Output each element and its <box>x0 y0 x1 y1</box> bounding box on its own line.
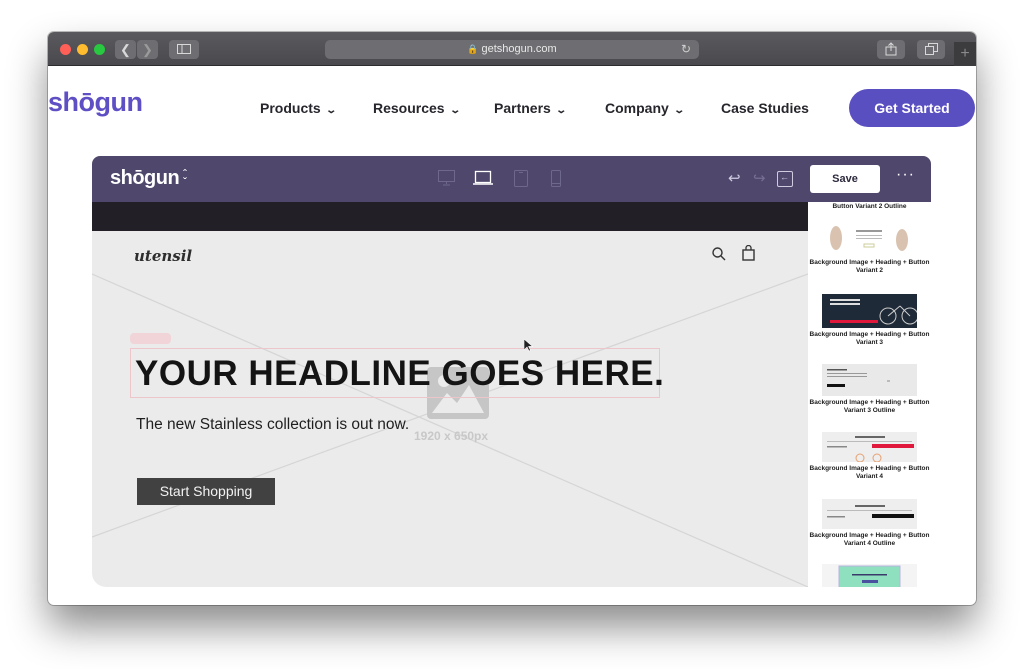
template-label: Background Image + Heading + Button Vari… <box>809 331 930 346</box>
nav-label: Case Studies <box>721 100 809 116</box>
template-item[interactable]: Background Image + Heading + Button Vari… <box>808 432 931 481</box>
browser-titlebar: ❮ ❯ 🔒 getshogun.com ↻ + <box>48 32 976 66</box>
desktop-icon[interactable] <box>438 170 455 186</box>
close-window-button[interactable] <box>60 44 71 55</box>
nav-label: Resources <box>373 100 445 116</box>
shogun-logo[interactable]: shōgun <box>48 87 143 118</box>
plus-icon: + <box>960 45 970 62</box>
get-started-button[interactable]: Get Started <box>849 89 975 127</box>
more-options-button[interactable]: ··· <box>896 166 915 184</box>
address-bar[interactable]: 🔒 getshogun.com ↻ <box>325 40 699 59</box>
tablet-icon[interactable] <box>514 170 528 187</box>
editor-demo: shōgun ˆˇ ↩ ↪ Save ··· utensil 1920 x 65… <box>92 156 931 587</box>
forward-button[interactable]: ❯ <box>137 40 158 59</box>
editor-logo: shōgun <box>110 167 180 189</box>
template-item[interactable]: Background Image + Heading + Button Vari… <box>808 294 931 347</box>
shopping-bag-icon[interactable] <box>742 245 755 261</box>
template-item[interactable]: Background Image + Heading + Button Vari… <box>808 364 931 415</box>
minimize-window-button[interactable] <box>77 44 88 55</box>
editor-canvas[interactable]: utensil 1920 x 650px YOUR HEADLINE GOES … <box>92 202 808 587</box>
start-shopping-button[interactable]: Start Shopping <box>137 478 275 505</box>
template-item[interactable]: Button Variant 2 Outline <box>808 202 931 211</box>
nav-item-case-studies[interactable]: Case Studies <box>721 100 809 116</box>
nav-label: Products <box>260 100 321 116</box>
nav-item-resources[interactable]: Resources ⌄ <box>373 100 461 116</box>
site-navigation: shōgun Products ⌄ Resources ⌄ Partners ⌄ Co… <box>48 67 976 152</box>
template-label: Background Image + Heading + Button Vari… <box>809 399 930 414</box>
sidebar-icon <box>177 44 191 54</box>
chevron-down-icon: ⌄ <box>555 105 567 116</box>
mobile-icon[interactable] <box>551 170 561 187</box>
search-icon[interactable] <box>712 247 726 261</box>
template-item[interactable] <box>808 564 931 587</box>
template-thumbnail <box>822 564 917 587</box>
browser-window: ❮ ❯ 🔒 getshogun.com ↻ + shōgun Products ⌄ … <box>48 32 976 605</box>
nav-label: Partners <box>494 100 551 116</box>
template-label: Background Image + Heading + Button Vari… <box>809 532 930 547</box>
save-button[interactable]: Save <box>810 165 880 193</box>
chevron-down-icon: ⌄ <box>448 105 461 116</box>
undo-icon[interactable]: ↩ <box>728 169 741 187</box>
redo-icon[interactable]: ↪ <box>753 169 766 187</box>
image-size-label: 1920 x 650px <box>414 429 489 443</box>
template-thumbnail <box>822 499 917 529</box>
template-item[interactable]: Background Image + Heading + Button Vari… <box>808 222 931 275</box>
lock-icon: 🔒 <box>467 44 479 54</box>
chevron-right-icon: ❯ <box>142 42 153 57</box>
url-text: getshogun.com <box>481 43 557 55</box>
share-icon <box>885 42 897 56</box>
share-button[interactable] <box>877 40 905 59</box>
template-thumbnail <box>822 294 917 328</box>
announcement-bar <box>92 202 808 231</box>
template-thumbnail <box>822 432 917 462</box>
hero-headline[interactable]: YOUR HEADLINE GOES HERE. <box>135 354 664 394</box>
sidebar-toggle-button[interactable] <box>169 40 199 59</box>
template-label: Background Image + Heading + Button Vari… <box>809 259 930 274</box>
nav-item-products[interactable]: Products ⌄ <box>260 100 337 116</box>
template-label: Background Image + Heading + Button Vari… <box>809 465 930 480</box>
chevron-down-icon: ⌄ <box>673 105 685 116</box>
laptop-icon[interactable] <box>473 170 493 186</box>
templates-panel: Button Variant 2 Outline Background Imag… <box>808 202 931 587</box>
reload-icon[interactable]: ↻ <box>681 40 691 59</box>
mouse-cursor-icon <box>524 339 533 352</box>
maximize-window-button[interactable] <box>94 44 105 55</box>
template-thumbnail <box>822 222 917 256</box>
store-logo[interactable]: utensil <box>134 247 192 265</box>
template-label: Button Variant 2 Outline <box>832 203 907 210</box>
hero-subtext[interactable]: The new Stainless collection is out now. <box>136 416 409 434</box>
new-tab-button[interactable]: + <box>954 42 976 66</box>
nav-label: Company <box>605 100 669 116</box>
chevron-down-icon: ⌄ <box>325 105 337 116</box>
site-switcher-icon[interactable]: ˆˇ <box>183 168 187 188</box>
template-item[interactable]: Background Image + Heading + Button Vari… <box>808 499 931 548</box>
tabs-overview-button[interactable] <box>917 40 945 59</box>
nav-item-company[interactable]: Company ⌄ <box>605 100 685 116</box>
element-tag <box>130 333 171 344</box>
chevron-left-icon: ❮ <box>120 42 131 57</box>
editor-toolbar: shōgun ˆˇ ↩ ↪ Save ··· <box>92 156 931 202</box>
template-thumbnail <box>822 364 917 396</box>
back-button[interactable]: ❮ <box>115 40 136 59</box>
history-icon[interactable] <box>777 171 793 187</box>
tabs-icon <box>924 43 938 55</box>
nav-item-partners[interactable]: Partners ⌄ <box>494 100 567 116</box>
